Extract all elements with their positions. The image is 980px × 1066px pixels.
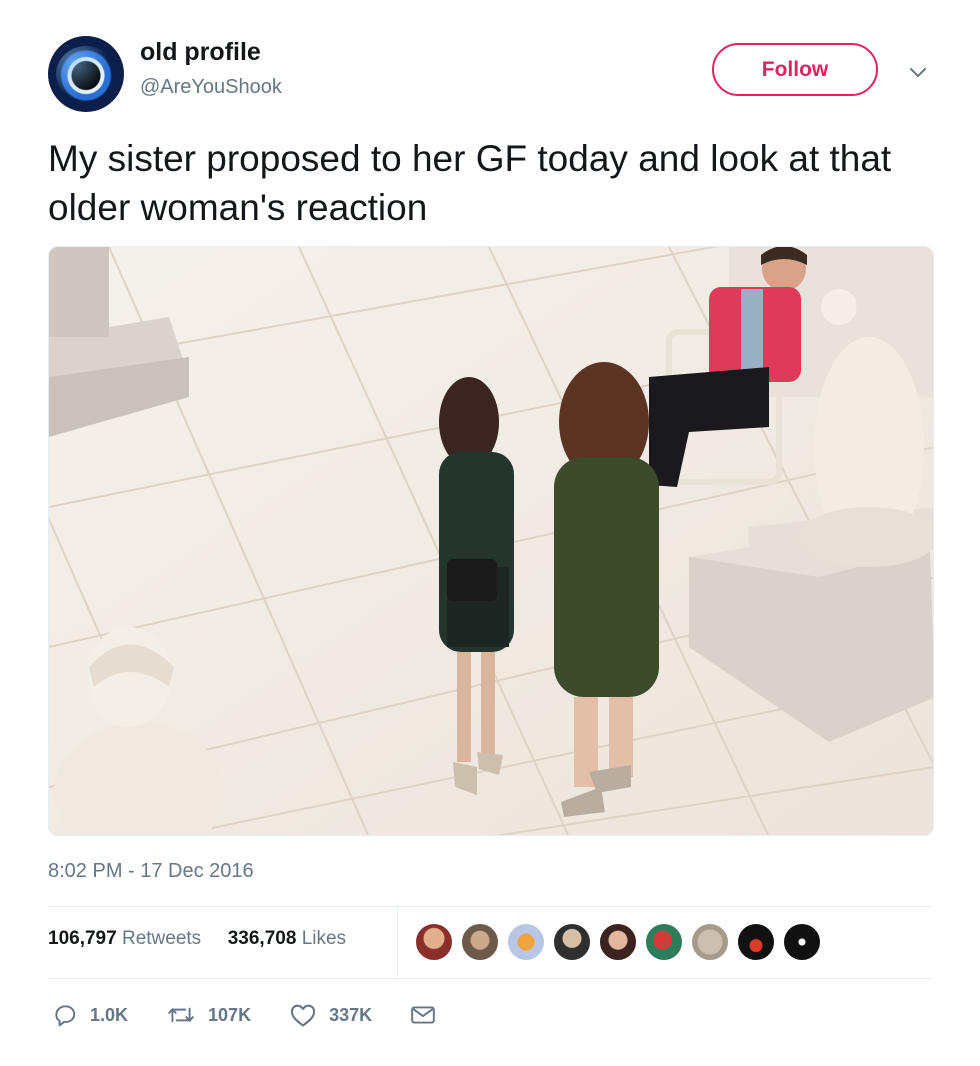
tweet-timestamp[interactable]: 8:02 PM - 17 Dec 2016 (48, 860, 254, 883)
retweet-icon (168, 1007, 194, 1023)
message-icon (411, 1006, 435, 1024)
direct-message-button[interactable] (410, 1004, 448, 1026)
like-count: 337K (329, 1004, 373, 1025)
tweet-text: My sister proposed to her GF today and l… (48, 138, 892, 228)
display-name[interactable]: old profile (140, 38, 261, 67)
liker-avatar[interactable] (598, 922, 638, 962)
likers-avatars (414, 922, 828, 962)
liker-avatar[interactable] (506, 922, 546, 962)
liker-avatar[interactable] (414, 922, 454, 962)
tweet-actions: 1.0K 107K 337K (52, 1000, 486, 1030)
follow-button[interactable]: Follow (712, 43, 878, 96)
retweets-label[interactable]: Retweets (122, 928, 201, 949)
likes-count[interactable]: 336,708 (228, 928, 297, 949)
retweets-count[interactable]: 106,797 (48, 928, 117, 949)
likes-label[interactable]: Likes (302, 928, 346, 949)
liker-avatar[interactable] (644, 922, 684, 962)
reply-count: 1.0K (90, 1004, 129, 1025)
reply-button[interactable]: 1.0K (52, 1002, 128, 1028)
liker-avatar[interactable] (736, 922, 776, 962)
divider (48, 906, 932, 907)
engagement-stats: 106,797 Retweets 336,708 Likes (48, 928, 346, 950)
divider (397, 907, 398, 978)
avatar[interactable] (48, 36, 124, 112)
tweet-photo[interactable] (48, 246, 934, 836)
liker-avatar[interactable] (460, 922, 500, 962)
like-button[interactable]: 337K (289, 1002, 372, 1028)
liker-avatar[interactable] (552, 922, 592, 962)
reply-icon (55, 1005, 76, 1027)
retweet-count: 107K (208, 1004, 252, 1025)
liker-avatar[interactable] (690, 922, 730, 962)
divider (48, 978, 932, 979)
chevron-down-icon[interactable] (906, 60, 930, 84)
like-icon (290, 1004, 316, 1027)
user-handle[interactable]: @AreYouShook (140, 76, 282, 99)
liker-avatar[interactable] (782, 922, 822, 962)
retweet-button[interactable]: 107K (166, 1002, 251, 1028)
